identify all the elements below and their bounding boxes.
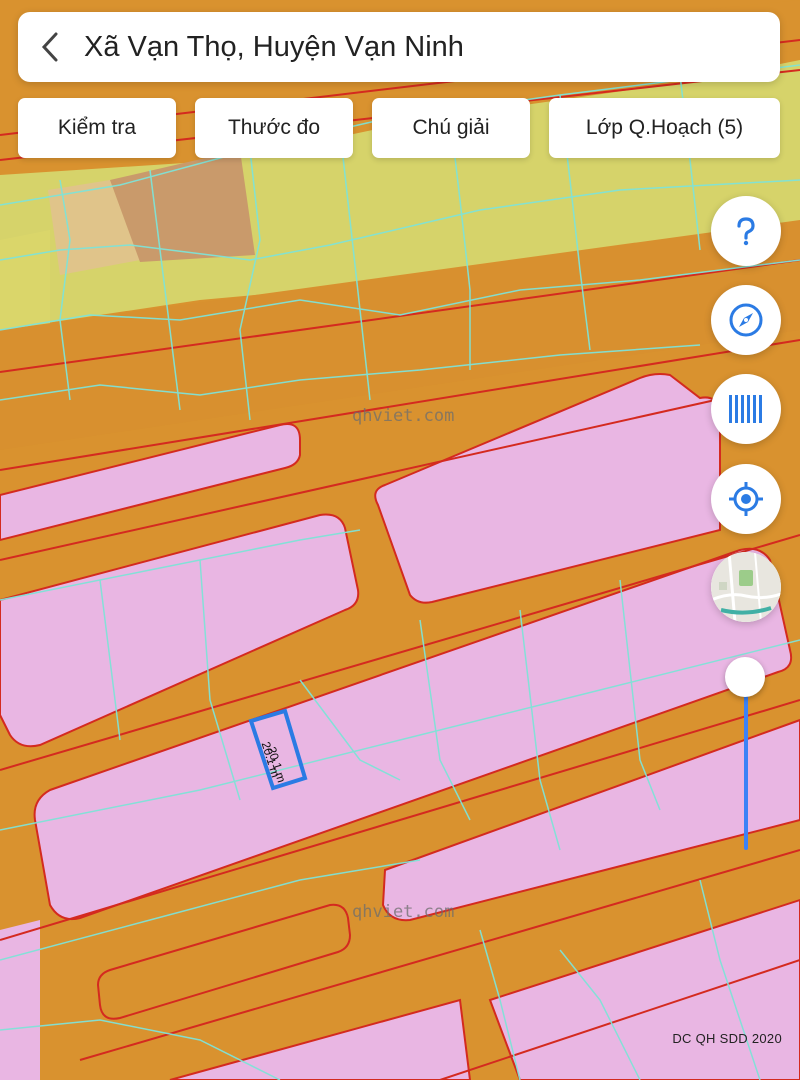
back-button[interactable]	[18, 12, 84, 82]
location-title: Xã Vạn Thọ, Huyện Vạn Ninh	[84, 30, 464, 63]
map-copyright: DC QH SDD 2020	[672, 1031, 782, 1046]
barcode-icon	[729, 395, 762, 423]
search-bar[interactable]: Xã Vạn Thọ, Huyện Vạn Ninh	[18, 12, 780, 82]
compass-button[interactable]	[711, 285, 781, 355]
ruler-button[interactable]: Thước đo	[195, 98, 353, 158]
back-arrow-icon	[41, 32, 58, 62]
watermark: qhviet.com	[352, 406, 455, 426]
target-location-icon	[729, 482, 763, 516]
map-thumbnail-icon	[711, 552, 781, 622]
planning-layer-button[interactable]: Lớp Q.Hoạch (5)	[549, 98, 780, 158]
toolbar: Kiểm tra Thước đo Chú giải Lớp Q.Hoạch (…	[18, 98, 780, 158]
zoom-slider-track[interactable]	[744, 677, 748, 850]
legend-button[interactable]: Chú giải	[372, 98, 530, 158]
zoom-slider-handle[interactable]	[725, 657, 765, 697]
watermark: qhviet.com	[352, 902, 455, 922]
parcel-residential	[0, 920, 40, 1080]
question-icon	[737, 217, 755, 246]
help-button[interactable]	[711, 196, 781, 266]
barcode-button[interactable]	[711, 374, 781, 444]
check-button[interactable]: Kiểm tra	[18, 98, 176, 158]
compass-icon	[729, 303, 763, 337]
locate-button[interactable]	[711, 464, 781, 534]
basemap-button[interactable]	[711, 552, 781, 622]
